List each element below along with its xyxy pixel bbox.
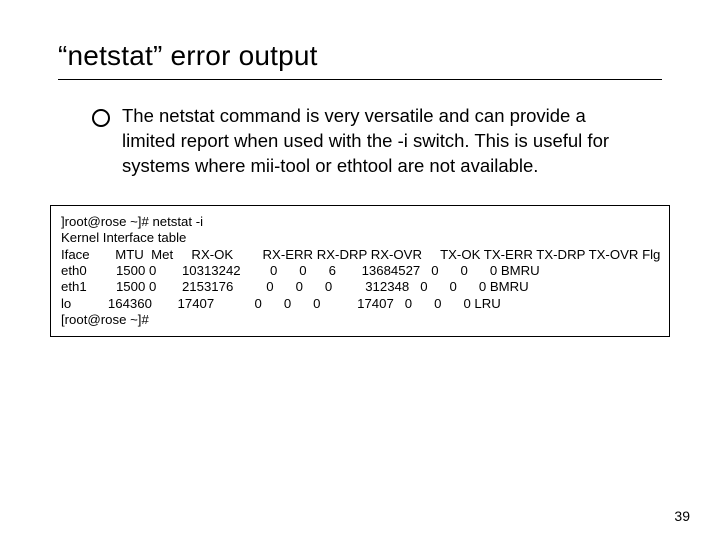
body-text: The netstat command is very versatile an…: [0, 80, 720, 193]
terminal-output-box: ]root@rose ~]# netstat -i Kernel Interfa…: [50, 205, 670, 338]
bullet-item: The netstat command is very versatile an…: [92, 104, 634, 179]
circle-bullet-icon: [92, 109, 110, 127]
page-number: 39: [674, 508, 690, 524]
slide-title: “netstat” error output: [0, 0, 720, 76]
terminal-output-text: ]root@rose ~]# netstat -i Kernel Interfa…: [61, 214, 659, 329]
paragraph-text: The netstat command is very versatile an…: [122, 104, 634, 179]
slide: “netstat” error output The netstat comma…: [0, 0, 720, 540]
